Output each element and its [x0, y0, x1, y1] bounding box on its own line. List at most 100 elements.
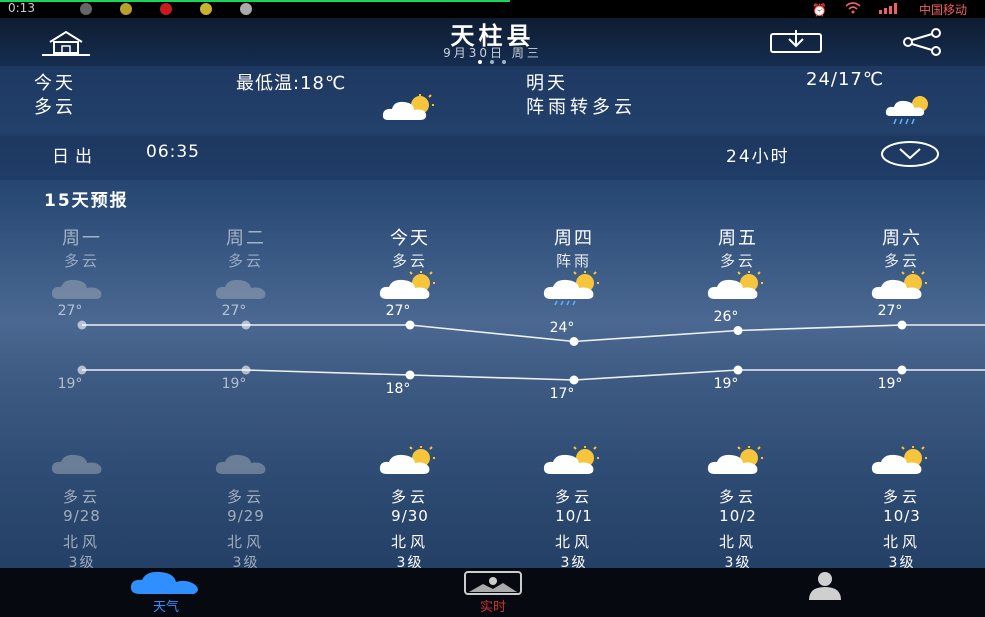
notification-icon [160, 3, 172, 15]
tab-profile[interactable] [790, 570, 860, 604]
forecast-date: 9/28 [63, 507, 101, 525]
low-temp-point [569, 375, 579, 385]
home-icon[interactable] [36, 28, 96, 62]
today-summary[interactable]: 今天 最低温:18℃ 多云 明天 24/17℃ 阵雨转多云 [0, 66, 985, 134]
forecast-day[interactable]: 周四 阵雨 [492, 224, 656, 311]
forecast-title: 15天预报 [44, 191, 129, 211]
share-icon[interactable] [898, 28, 944, 60]
high-temp-point [241, 320, 251, 330]
high-temp-point [897, 320, 907, 330]
chevron-down-icon[interactable] [880, 140, 940, 172]
header: 天柱县 9月30日 周三 [0, 18, 985, 66]
page-dot [478, 60, 482, 64]
forecast-night-condition: 多云 [226, 488, 265, 506]
forecast-night[interactable]: 多云 9/29 北风 3级 [164, 446, 328, 572]
shower-icon [884, 94, 944, 130]
forecast-date: 9/30 [391, 507, 429, 525]
high-temp-label: 27° [385, 303, 411, 319]
load-progress-line [0, 0, 510, 2]
forecast-weekday: 今天 [390, 228, 430, 249]
low-temp-label: 19° [877, 376, 903, 392]
today-min-temp: 最低温:18℃ [236, 73, 347, 94]
high-temp-point [405, 320, 415, 330]
low-temp-point [241, 365, 251, 375]
forecast-wind-direction: 北风 [554, 533, 593, 551]
forecast-date: 9/29 [227, 507, 265, 525]
cloudy-icon [164, 446, 328, 486]
notification-icon [240, 3, 252, 15]
page-dot [502, 60, 506, 64]
status-time: 0:13 [8, 1, 35, 15]
notification-icons [80, 3, 252, 15]
hourly-label[interactable]: 24小时 [726, 142, 790, 167]
tab-weather[interactable]: 天气 [126, 570, 206, 615]
high-temp-label: 27° [57, 303, 83, 319]
forecast-night[interactable]: 多云 10/1 北风 3级 [492, 446, 656, 572]
tab-label: 实时 [479, 600, 506, 615]
forecast-night-condition: 多云 [62, 488, 101, 506]
sunrise-label: 日出 [52, 147, 98, 167]
high-temp-label: 26° [713, 308, 739, 325]
forecast-day[interactable]: 周一 多云 [0, 224, 164, 311]
today-label: 今天 [34, 73, 76, 94]
sunrise-row: 日出 06:35 24小时 [0, 136, 985, 180]
shower-icon [492, 271, 656, 311]
cloudy-icon [0, 446, 164, 486]
page-indicator [478, 60, 506, 64]
forecast-night-condition: 多云 [882, 488, 921, 506]
forecast-date: 10/3 [883, 507, 921, 525]
high-temp-point [733, 326, 743, 335]
forecast-weekday: 周二 [226, 228, 266, 249]
forecast-day[interactable]: 周六 多云 [820, 224, 984, 311]
forecast-night-condition: 多云 [554, 488, 593, 506]
wifi-icon [845, 2, 861, 17]
high-temp-label: 27° [221, 303, 247, 319]
forecast-wind-direction: 北风 [882, 533, 921, 551]
forecast-night[interactable]: 多云 9/28 北风 3级 [0, 446, 164, 572]
tab-bar: 天气 实时 [0, 568, 985, 617]
low-temp-label: 17° [549, 386, 575, 402]
low-temp-point [733, 365, 743, 375]
tab-label: 天气 [152, 600, 179, 615]
tab-realtime[interactable]: 实时 [458, 570, 528, 615]
forecast-day[interactable]: 今天 多云 [328, 224, 492, 311]
notification-icon [80, 3, 92, 15]
partly-cloudy-icon [656, 271, 820, 311]
notification-icon [200, 3, 212, 15]
low-temp-point [897, 365, 907, 375]
cloud-icon [130, 571, 198, 594]
forecast-weekday: 周一 [62, 228, 102, 249]
low-temp-point [77, 365, 87, 375]
partly-cloudy-icon [380, 94, 446, 126]
forecast-day-condition: 多云 [883, 252, 920, 270]
high-temp-point [77, 320, 87, 330]
notification-icon [120, 3, 132, 15]
tomorrow-label: 明天 [526, 73, 568, 94]
forecast-wind-direction: 北风 [62, 533, 101, 551]
forecast-night[interactable]: 多云 10/2 北风 3级 [656, 446, 820, 572]
today-condition: 多云 [34, 97, 76, 118]
forecast-night[interactable]: 多云 9/30 北风 3级 [328, 446, 492, 572]
low-temp-label: 19° [57, 376, 83, 392]
partly-cloudy-icon [328, 446, 492, 486]
partly-cloudy-icon [492, 446, 656, 486]
partly-cloudy-icon [656, 446, 820, 486]
alarm-icon: ⏰ [812, 2, 827, 17]
tomorrow-condition: 阵雨转多云 [526, 97, 636, 118]
signal-icon [878, 2, 901, 17]
forecast-day-condition: 多云 [391, 252, 428, 270]
low-temp-label: 19° [221, 376, 247, 392]
forecast-weekday: 周六 [882, 228, 922, 249]
forecast-day[interactable]: 周二 多云 [164, 224, 328, 311]
forecast-day-condition: 多云 [63, 252, 100, 270]
forecast-day-condition: 多云 [227, 252, 264, 270]
header-date: 9月30日 周三 [443, 46, 542, 60]
forecast-weekday: 周五 [718, 228, 758, 249]
tomorrow-temp: 24/17℃ [806, 69, 885, 90]
forecast-day-condition: 阵雨 [555, 252, 592, 270]
download-icon[interactable] [768, 28, 824, 60]
forecast-day[interactable]: 周五 多云 [656, 224, 820, 311]
low-temp-label: 18° [385, 381, 411, 397]
high-temp-point [569, 337, 579, 346]
forecast-night[interactable]: 多云 10/3 北风 3级 [820, 446, 984, 572]
